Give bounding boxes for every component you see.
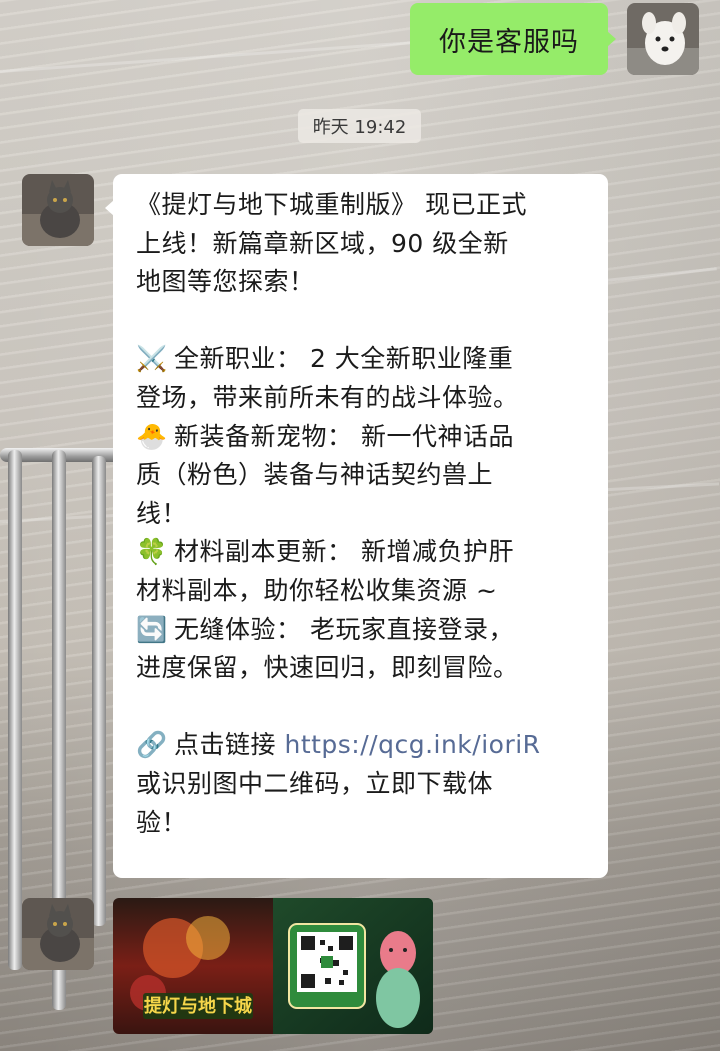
marble-streak: [0, 40, 420, 73]
link-icon: 🔗: [136, 730, 168, 760]
timestamp-chip: 昨天 19:42: [298, 109, 421, 143]
message-line: 材料副本，助你轻松收集资源 ~: [136, 575, 498, 605]
refresh-icon: 🔄: [136, 614, 168, 644]
message-line: 进度保留，快速回归，即刻冒险。: [136, 653, 519, 683]
promo-logo-text: 提灯与地下城: [144, 995, 252, 1017]
contact-avatar[interactable]: [22, 174, 94, 246]
clover-icon: 🍀: [136, 537, 168, 567]
message-line: 地图等您探索！: [136, 267, 315, 297]
message-line: 登场，带来前所未有的战斗体验。: [136, 382, 519, 412]
message-line: 或识别图中二维码，立即下载体: [136, 768, 494, 798]
game-promo-image[interactable]: 提灯与地下城: [113, 898, 433, 1034]
message-line: 🔗 点击链接 https://qcg.ink/ioriR: [136, 726, 590, 765]
message-line: 上线！新篇章新区域，90 级全新: [136, 228, 509, 258]
outgoing-message-text: 你是客服吗: [439, 26, 579, 58]
message-line: 验！: [136, 807, 188, 837]
swords-icon: ⚔️: [136, 344, 168, 374]
download-link[interactable]: https://qcg.ink/ioriR: [284, 730, 540, 759]
timestamp-text: 昨天 19:42: [312, 117, 407, 138]
message-line: ⚔️ 全新职业： 2 大全新职业隆重: [136, 340, 590, 379]
contact-avatar[interactable]: [22, 898, 94, 970]
outgoing-message-bubble[interactable]: 你是客服吗: [410, 3, 616, 75]
message-line: 🍀 材料副本更新： 新增减负护肝: [136, 533, 590, 572]
incoming-message-bubble[interactable]: 《提灯与地下城重制版》 现已正式 上线！新篇章新区域，90 级全新 地图等您探索…: [105, 174, 608, 878]
my-avatar[interactable]: [627, 3, 699, 75]
message-line: 🔄 无缝体验： 老玩家直接登录，: [136, 611, 590, 650]
message-line: 质（粉色）装备与神话契约兽上: [136, 460, 494, 490]
message-line: 线！: [136, 498, 188, 528]
message-line: 《提灯与地下城重制版》 现已正式: [136, 190, 527, 219]
chick-icon: 🐣: [136, 421, 168, 451]
message-line: 🐣 新装备新宠物： 新一代神话品: [136, 418, 590, 457]
